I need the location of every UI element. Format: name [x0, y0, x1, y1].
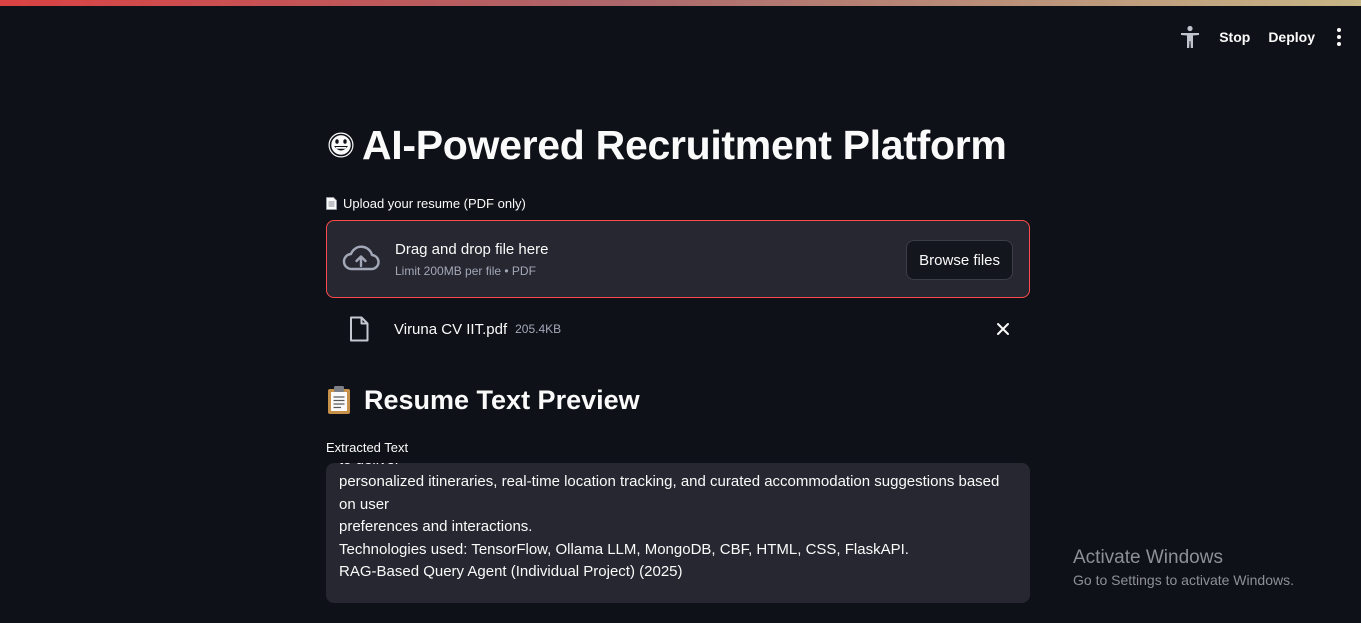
stop-button[interactable]: Stop: [1219, 29, 1250, 45]
watermark-subtitle: Go to Settings to activate Windows.: [1073, 572, 1294, 588]
file-size: 205.4KB: [515, 322, 562, 336]
dropzone-text: Drag and drop file here Limit 200MB per …: [395, 240, 548, 278]
app-toolbar: Stop Deploy: [1179, 24, 1345, 50]
extracted-text-label: Extracted Text: [326, 440, 409, 455]
close-icon[interactable]: [994, 320, 1012, 338]
top-decoration-bar: [0, 0, 1361, 8]
file-dropzone[interactable]: Drag and drop file here Limit 200MB per …: [326, 220, 1030, 298]
page-title: AI-Powered Recruitment Platform: [326, 118, 1030, 172]
grinning-face-icon: [327, 131, 355, 159]
file-icon: [350, 316, 369, 342]
cloud-upload-icon: [341, 239, 381, 279]
upload-label: Upload your resume (PDF only): [326, 194, 1030, 212]
page-facing-up-icon: [326, 196, 337, 210]
windows-activation-watermark: Activate Windows Go to Settings to activ…: [1073, 546, 1294, 590]
dropzone-title: Drag and drop file here: [395, 241, 549, 258]
browse-files-button[interactable]: Browse files: [906, 240, 1013, 280]
section-heading: Resume Text Preview: [326, 382, 1030, 418]
uploaded-file-row: Viruna CV IIT.pdf 205.4KB: [326, 314, 1030, 344]
clipboard-icon: [328, 386, 350, 414]
accessibility-icon[interactable]: [1179, 24, 1201, 50]
extracted-text-area[interactable]: to deliver personalized itineraries, rea…: [326, 463, 1030, 603]
main-content: AI-Powered Recruitment Platform Upload y…: [326, 118, 1030, 603]
section-heading-text: Resume Text Preview: [364, 384, 640, 415]
page-title-text: AI-Powered Recruitment Platform: [362, 122, 1007, 168]
deploy-button[interactable]: Deploy: [1268, 29, 1315, 45]
file-name: Viruna CV IIT.pdf: [394, 320, 508, 338]
extracted-text-content: to deliver personalized itineraries, rea…: [339, 463, 1000, 581]
upload-label-text: Upload your resume (PDF only): [343, 195, 526, 211]
kebab-menu-icon[interactable]: [1333, 24, 1345, 50]
watermark-title: Activate Windows: [1073, 547, 1223, 568]
dropzone-limit: Limit 200MB per file • PDF: [395, 264, 536, 278]
